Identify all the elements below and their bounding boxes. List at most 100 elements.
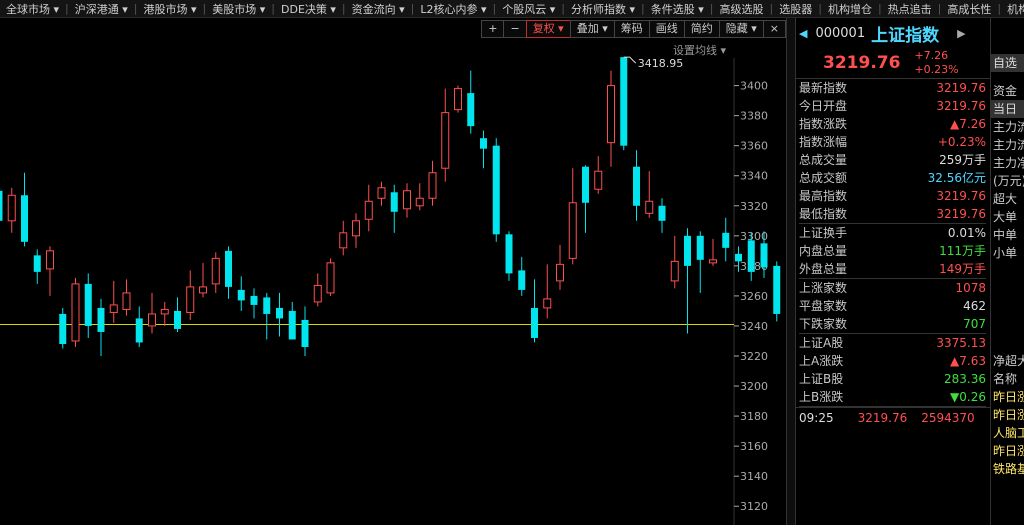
quote-row: 上B涨跌 ▼0.26 [799,388,986,406]
nav-item[interactable]: 美股市场 ▾ [206,0,271,17]
candle-up [454,88,462,111]
zoom-in-button[interactable]: + [481,20,505,38]
candle-down [684,235,691,266]
zijin-label[interactable]: 资金 [991,82,1024,100]
flow-item: 昨日涨 [993,444,1024,458]
index-name: 上证指数 [871,25,940,46]
quote-header: ◀ 000001 上证指数 ▶ [795,18,990,48]
candle-up [7,194,16,222]
quote-panel: ◀ 000001 上证指数 ▶ 3219.76 +7.26 +0.23% 最新指… [795,18,990,525]
candle-down [84,283,92,326]
chouma-button[interactable]: 筹码 [613,20,650,38]
quote-value: 3219.76 [936,99,986,113]
flow-item: 大单 [993,210,1018,224]
dangri-tab[interactable]: 当日 [991,100,1024,118]
candle-up [428,172,437,199]
prev-arrow-icon[interactable]: ◀ [799,27,807,40]
candle-up [377,187,386,199]
index-code: 000001 [815,25,866,41]
flow-item: 主力流 [993,120,1024,134]
nav-item[interactable]: L2核心内参 ▾ [414,0,492,17]
flow-item: 名称 [993,372,1018,386]
candle-up [148,313,156,327]
candle-up [160,308,169,315]
nav-item[interactable]: 分析师指数 ▾ [565,0,641,17]
quote-value: ▲7.63 [950,354,986,368]
candle-up [415,197,424,207]
quote-row: 今日开盘 3219.76 [799,97,986,115]
candle-up [403,190,411,210]
next-arrow-icon[interactable]: ▶ [957,27,965,40]
quote-value: 3219.76 [936,207,986,221]
candle-down [531,307,538,338]
quote-label: 上A涨跌 [799,354,844,368]
candle-down [174,310,181,329]
nav-item[interactable]: 热点追击 [882,0,938,17]
quote-row: 平盘家数 462 [799,297,986,315]
nav-item[interactable]: 高成长性 [941,0,997,17]
y-tick-label: 3200 [740,380,768,393]
quote-value: +0.23% [937,135,986,149]
quote-label: 最新指数 [799,81,848,95]
quote-value: 462 [963,299,986,313]
candle-up [352,220,360,237]
close-icon[interactable]: × [762,20,786,38]
fuquan-dropdown[interactable]: 复权 ▾ [525,20,571,38]
price-change-block: +7.26 +0.23% [914,49,958,77]
quote-label: 指数涨跌 [799,117,848,131]
candlestick-chart[interactable]: 3120314031603180320032203240326032803300… [0,18,786,525]
quote-row: 上证B股 283.36 [799,370,986,388]
candle-down [696,235,704,260]
nav-item[interactable]: 条件选股 ▾ [645,0,710,17]
candle-down [250,295,258,305]
nav-item[interactable]: 机构增仓 [822,0,878,17]
quote-row: 指数涨幅 +0.23% [799,133,986,151]
nav-item[interactable]: 全球市场 ▾ [0,0,65,17]
quote-label: 下跌家数 [799,317,848,331]
huaxian-button[interactable]: 画线 [648,20,685,38]
kline-chart-area[interactable]: 3120314031603180320032203240326032803300… [0,18,786,525]
nav-item[interactable]: 沪深港通 ▾ [69,0,134,17]
quote-label: 上证换手 [799,226,848,240]
quote-value: 3375.13 [936,336,986,350]
tick-price: 3219.76 [857,411,908,425]
flow-item: 人脑工 [993,426,1024,440]
nav-item[interactable]: 机构推荐 [1001,0,1024,17]
flow-item: 中单 [993,228,1018,242]
nav-item[interactable]: 选股器 [773,0,818,17]
quote-label: 总成交量 [799,153,848,167]
max-value-label: 3418.95 [638,57,684,70]
quote-stats: 最新指数 3219.76 今日开盘 3219.76 指数涨跌 ▲7.26 指数涨幅 +0.23… [795,79,990,407]
quote-group: 上证A股 3375.13 上A涨跌 ▲7.63 上证B股 283.36 上B涨跌 ▼0.26 [799,334,986,407]
quote-row: 外盘总量 149万手 [799,260,986,278]
tick-volume: 2594370 [921,411,975,425]
nav-item[interactable]: 港股市场 ▾ [138,0,203,17]
quote-label: 最高指数 [799,189,848,203]
nav-item[interactable]: 个股风云 ▾ [496,0,561,17]
nav-item[interactable]: DDE决策 ▾ [275,0,342,17]
y-tick-label: 3260 [740,290,768,303]
jianyue-button[interactable]: 简约 [683,20,720,38]
candle-up [645,200,654,214]
diejia-dropdown[interactable]: 叠加 ▾ [569,20,615,38]
ma-settings-label: 设置均线 [672,44,717,57]
y-tick-label: 3360 [740,140,768,153]
candle-down [620,57,628,146]
zoom-out-button[interactable]: − [503,20,527,38]
candle-up [186,286,195,313]
nav-item[interactable]: 高级选股 [714,0,770,17]
candle-up [568,202,577,259]
tick-time: 09:25 [799,411,834,425]
ma-settings-dropdown[interactable]: 设置均线 ▾ [673,42,726,58]
candle-up [543,298,552,309]
quote-value: 149万手 [939,262,986,276]
quote-row: 最新指数 3219.76 [799,79,986,97]
flow-item: 小单 [993,246,1018,260]
quote-row: 总成交量 259万手 [799,151,986,169]
nav-item[interactable]: 资金流向 ▾ [346,0,411,17]
quote-row: 上涨家数 1078 [799,279,986,297]
yincang-dropdown[interactable]: 隐藏 ▾ [718,20,764,38]
zixuan-button[interactable]: 自选 [991,54,1024,72]
candle-up [607,85,615,144]
